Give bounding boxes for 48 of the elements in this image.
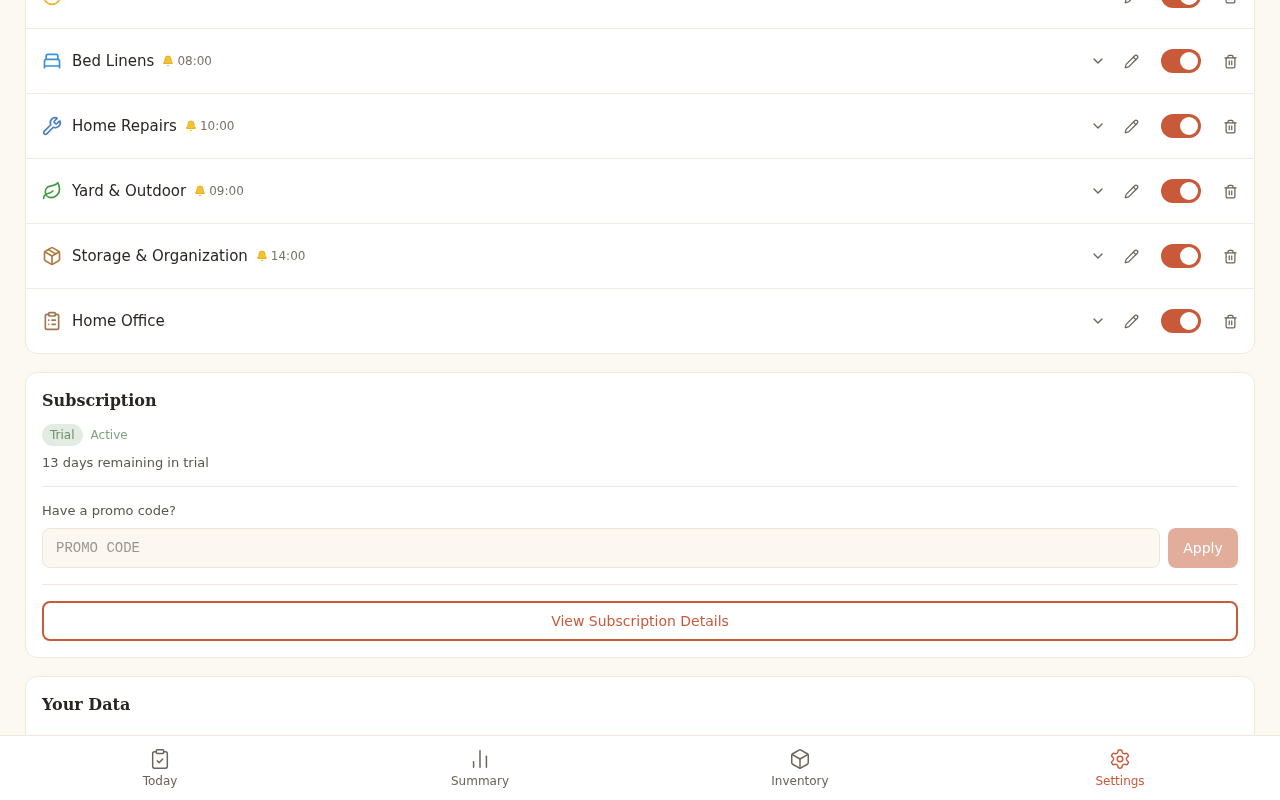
category-name: Home Repairs xyxy=(72,117,177,135)
toggle-switch[interactable] xyxy=(1161,179,1201,203)
edit-icon[interactable] xyxy=(1124,183,1139,199)
promo-label: Have a promo code? xyxy=(42,503,177,518)
reminder-time: 14:00 xyxy=(270,249,306,263)
delete-icon[interactable] xyxy=(1223,248,1238,264)
toggle-switch[interactable] xyxy=(1161,49,1201,73)
category-name: Home Office xyxy=(72,312,165,330)
bell-icon xyxy=(184,120,197,132)
toggle-switch[interactable] xyxy=(1161,244,1201,268)
nav-tab[interactable]: Inventory xyxy=(640,736,960,800)
category-name: Yard & Outdoor xyxy=(72,182,187,200)
view-details-button[interactable]: View Subscription Details xyxy=(42,601,1238,641)
clipboard-icon xyxy=(149,748,171,770)
wrench-icon xyxy=(42,116,62,136)
nav-tab[interactable]: Summary xyxy=(320,736,640,800)
toggle-switch[interactable] xyxy=(1161,309,1201,333)
bed-icon xyxy=(42,51,62,71)
edit-icon[interactable] xyxy=(1124,248,1139,264)
bell-icon xyxy=(255,250,268,262)
reminder-time: 09:00 xyxy=(209,184,244,198)
category-name: Storage & Organization xyxy=(72,247,248,265)
delete-icon[interactable] xyxy=(1223,118,1238,134)
category-name: Bed Linens xyxy=(72,52,155,70)
reminder-time: 10:00 xyxy=(199,119,235,133)
leaf-icon xyxy=(42,181,62,201)
delete-icon[interactable] xyxy=(1223,53,1238,69)
clipboard-icon xyxy=(42,311,62,331)
section-title: Subscription xyxy=(42,391,158,410)
edit-icon[interactable] xyxy=(1124,53,1139,69)
edit-icon[interactable] xyxy=(1124,118,1139,134)
trial-remaining: 13 days remaining in trial xyxy=(42,455,210,470)
box-icon xyxy=(789,748,811,770)
toggle-switch[interactable] xyxy=(1161,114,1201,138)
delete-icon[interactable] xyxy=(1223,183,1238,199)
nav-tab[interactable]: Settings xyxy=(960,736,1280,800)
bell-icon xyxy=(162,55,175,67)
plan-badge: Trial xyxy=(42,424,83,446)
section-title: Your Data xyxy=(42,695,132,714)
bell-icon xyxy=(194,185,207,197)
box-icon xyxy=(42,246,62,266)
settings-icon xyxy=(1109,748,1131,770)
edit-icon[interactable] xyxy=(1124,313,1139,329)
status-label: Active xyxy=(90,428,128,442)
promo-code-field[interactable]: PROMO CODE xyxy=(42,528,1160,568)
nav-tab[interactable]: Today xyxy=(0,736,320,800)
delete-icon[interactable] xyxy=(1223,313,1238,329)
reminder-time: 08:00 xyxy=(177,54,212,68)
